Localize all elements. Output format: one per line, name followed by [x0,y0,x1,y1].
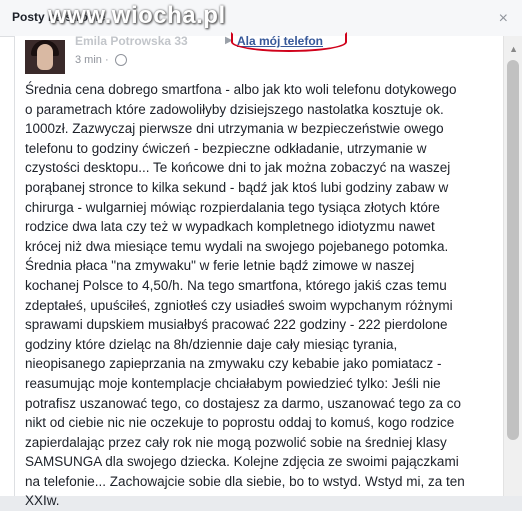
scrollbar-thumb[interactable] [507,60,519,440]
highlight-circle [231,32,347,52]
post-body: Średnia cena dobrego smartfona - albo ja… [25,82,465,509]
avatar[interactable] [25,40,65,74]
watermark: www.wiocha.pl [48,2,226,29]
globe-icon [115,54,127,66]
close-icon[interactable]: × [499,10,508,28]
post-timestamp[interactable]: 3 min · [75,54,109,66]
post-author[interactable]: Emila Potrowska 33 [75,34,188,48]
posts-dialog: Posty na stronie www.wiocha.pl × Emila P… [0,0,522,508]
post-card: Emila Potrowska 33 ▶ Ala mój telefon 3 m… [14,32,504,508]
avatar-face [37,44,53,70]
scroll-up-icon[interactable]: ▲ [509,44,518,54]
